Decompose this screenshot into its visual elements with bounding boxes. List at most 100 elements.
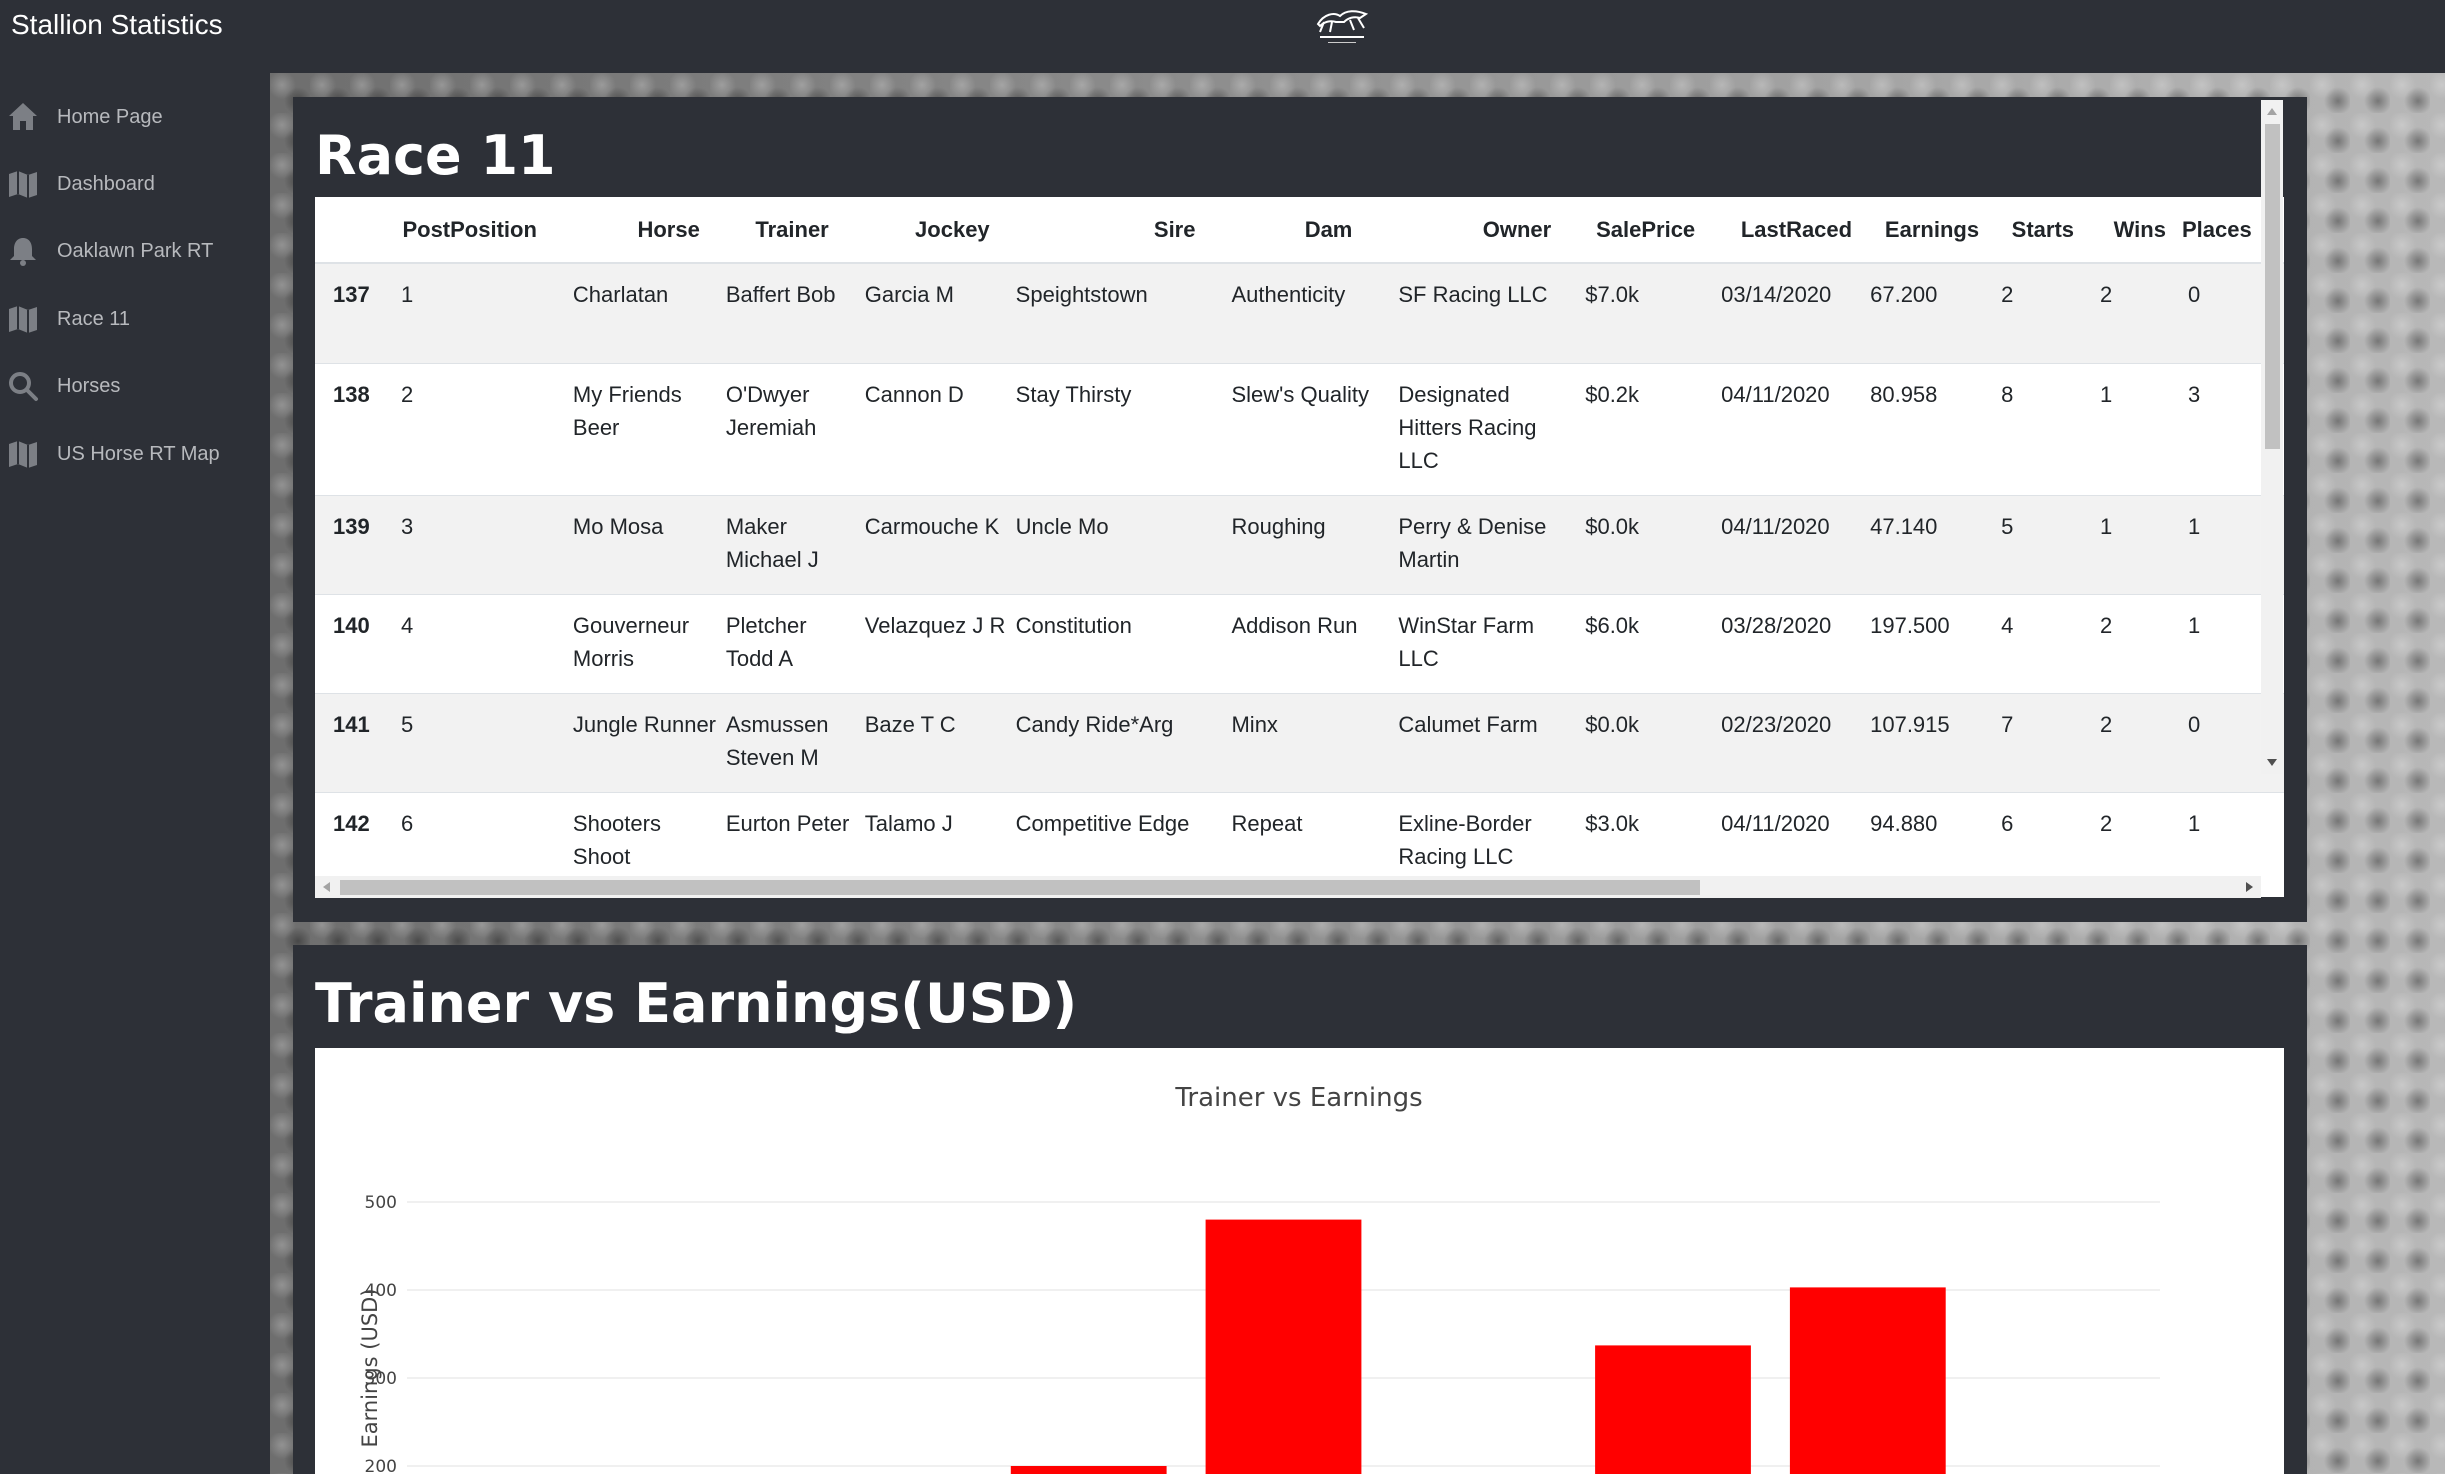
vertical-scroll-thumb[interactable] xyxy=(2265,124,2280,449)
trainer-cell: O'Dwyer Jeremiah xyxy=(725,381,817,440)
race-panel: Race 11 PostPosition Horse Trainer Jocke… xyxy=(293,97,2307,922)
race-title: Race 11 xyxy=(315,124,556,187)
sidebar-item-race-11[interactable]: Race 11 xyxy=(0,289,270,349)
jockey-cell: Velazquez J R xyxy=(864,612,1006,638)
table-row[interactable]: 140 4 Gouverneur Morris Pletcher Todd A … xyxy=(315,593,2284,693)
column-header-saleprice[interactable]: SalePrice xyxy=(1579,197,1716,264)
table-row[interactable]: 141 5 Jungle Runner Asmussen Steven M Ba… xyxy=(315,692,2284,792)
column-header-owner[interactable]: Owner xyxy=(1392,197,1580,264)
chart-bar[interactable] xyxy=(1205,1219,1362,1474)
earnings-cell: 47.140 xyxy=(1870,513,1938,539)
sidebar-item-horses[interactable]: Horses xyxy=(0,356,270,416)
column-header-postposition[interactable]: PostPosition xyxy=(394,197,567,264)
sire-cell: Speightstown xyxy=(1015,282,1148,307)
race-table: PostPosition Horse Trainer Jockey Sire D… xyxy=(315,197,2284,892)
column-header-starts[interactable]: Starts xyxy=(1995,197,2095,264)
trainer-cell: Maker Michael J xyxy=(725,513,819,572)
row-index: 137 xyxy=(333,282,370,307)
scroll-down-arrow-icon[interactable] xyxy=(2267,759,2277,766)
chart-title: Trainer vs Earnings xyxy=(1174,1083,1422,1113)
wins-cell: 2 xyxy=(2100,282,2113,307)
scroll-up-arrow-icon[interactable] xyxy=(2267,108,2277,115)
post-position-cell: 3 xyxy=(400,513,414,539)
bar-chart: Trainer vs Earnings 200300400500 Earning… xyxy=(358,1083,2160,1474)
chart-bar[interactable] xyxy=(1010,1466,1167,1474)
sidebar-item-label: Horses xyxy=(57,374,121,397)
column-header-sire[interactable]: Sire xyxy=(1009,197,1226,264)
last-raced-cell: 03/28/2020 xyxy=(1721,612,1832,638)
sidebar-item-home-page[interactable]: Home Page xyxy=(0,87,270,147)
earnings-cell: 94.880 xyxy=(1870,810,1938,836)
map-icon xyxy=(9,441,37,468)
sale-price-cell: $0.0k xyxy=(1585,513,1640,539)
stallion-logo-icon[interactable] xyxy=(1310,2,1374,48)
app-title[interactable]: Stallion Statistics xyxy=(11,8,223,42)
sidebar-item-label: US Horse RT Map xyxy=(57,442,220,465)
top-bar: Stallion Statistics xyxy=(0,0,2445,73)
post-position-cell: 6 xyxy=(400,810,414,836)
owner-cell: Exline-Border Racing LLC xyxy=(1398,810,1532,869)
column-header-lastraced[interactable]: LastRaced xyxy=(1715,197,1865,264)
wins-cell: 1 xyxy=(2100,513,2113,539)
places-cell: 1 xyxy=(2187,810,2201,836)
owner-cell: Calumet Farm xyxy=(1398,711,1538,737)
post-position-cell: 1 xyxy=(400,282,414,307)
column-header-jockey[interactable]: Jockey xyxy=(858,197,1010,264)
sale-price-cell: $3.0k xyxy=(1585,810,1640,836)
table-header-row: PostPosition Horse Trainer Jockey Sire D… xyxy=(315,197,2284,264)
chart-bar[interactable] xyxy=(1789,1287,1946,1474)
horse-cell: Jungle Runner xyxy=(572,711,717,737)
chart-bar[interactable] xyxy=(1595,1345,1751,1474)
dam-cell: Addison Run xyxy=(1231,612,1358,638)
sidebar: Home Page Dashboard Oaklawn Park RT Race… xyxy=(0,73,270,1474)
scroll-left-arrow-icon[interactable] xyxy=(323,882,330,892)
table-row[interactable]: 138 2 My Friends Beer O'Dwyer Jeremiah C… xyxy=(315,362,2284,495)
column-header-earnings[interactable]: Earnings xyxy=(1864,197,1996,264)
sidebar-item-us-horse-rt-map[interactable]: US Horse RT Map xyxy=(0,424,270,484)
trainer-cell: Baffert Bob xyxy=(725,282,836,307)
sidebar-item-oaklawn-park-rt[interactable]: Oaklawn Park RT xyxy=(0,221,270,281)
jockey-cell: Baze T C xyxy=(864,711,956,737)
table-row[interactable]: 137 1 Charlatan Baffert Bob Garcia M Spe… xyxy=(315,262,2284,363)
sire-cell: Constitution xyxy=(1015,612,1132,638)
dam-cell: Roughing xyxy=(1231,513,1326,539)
horse-cell: Shooters Shoot xyxy=(572,810,661,869)
jockey-cell: Cannon D xyxy=(864,381,964,407)
row-index: 139 xyxy=(333,513,370,539)
row-index: 140 xyxy=(333,612,370,638)
sidebar-item-label: Oaklawn Park RT xyxy=(57,239,214,262)
chart-area[interactable]: Trainer vs Earnings 200 300 400 500 Earning… xyxy=(315,1048,2284,1474)
column-header-trainer[interactable]: Trainer xyxy=(719,197,859,264)
last-raced-cell: 02/23/2020 xyxy=(1721,711,1832,737)
chart-y-tick-label: 200 xyxy=(365,1457,397,1474)
chart-panel: Trainer vs Earnings(USD) Trainer vs Earn… xyxy=(293,945,2307,1474)
race-table-container[interactable]: PostPosition Horse Trainer Jockey Sire D… xyxy=(315,197,2284,897)
row-index: 141 xyxy=(333,711,370,737)
map-icon xyxy=(9,306,37,333)
horizontal-scroll-thumb[interactable] xyxy=(340,880,1700,895)
table-row[interactable]: 139 3 Mo Mosa Maker Michael J Carmouche … xyxy=(315,494,2284,594)
dam-cell: Minx xyxy=(1231,711,1278,737)
column-header-index[interactable] xyxy=(315,197,395,264)
last-raced-cell: 04/11/2020 xyxy=(1721,513,1830,539)
sale-price-cell: $7.0k xyxy=(1585,282,1640,307)
trainer-cell: Asmussen Steven M xyxy=(725,711,829,770)
owner-cell: SF Racing LLC xyxy=(1398,282,1548,307)
earnings-cell: 80.958 xyxy=(1870,381,1938,407)
chart-y-axis-label: Earnings (USD) xyxy=(358,1288,382,1447)
sidebar-item-dashboard[interactable]: Dashboard xyxy=(0,154,270,214)
starts-cell: 8 xyxy=(2001,381,2014,407)
post-position-cell: 2 xyxy=(400,381,414,407)
jockey-cell: Carmouche K xyxy=(864,513,1000,539)
last-raced-cell: 03/14/2020 xyxy=(1721,282,1832,307)
column-header-wins[interactable]: Wins xyxy=(2094,197,2182,264)
last-raced-cell: 04/11/2020 xyxy=(1721,810,1830,836)
column-header-horse[interactable]: Horse xyxy=(566,197,720,264)
wins-cell: 2 xyxy=(2100,612,2113,638)
sire-cell: Uncle Mo xyxy=(1015,513,1109,539)
table-vertical-scrollbar[interactable] xyxy=(2261,100,2283,774)
column-header-dam[interactable]: Dam xyxy=(1225,197,1393,264)
table-horizontal-scrollbar[interactable] xyxy=(315,876,2261,898)
scroll-right-arrow-icon[interactable] xyxy=(2246,882,2253,892)
owner-cell: Designated Hitters Racing LLC xyxy=(1398,381,1537,473)
